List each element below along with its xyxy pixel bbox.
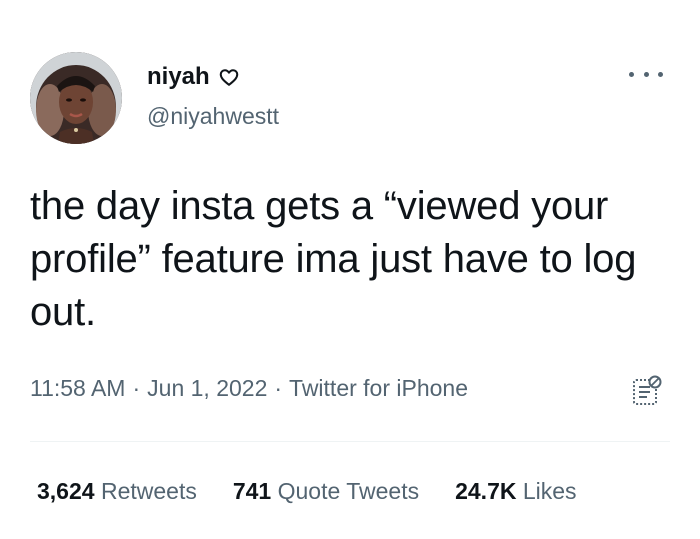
heart-outline-icon bbox=[219, 69, 238, 86]
more-dot bbox=[629, 71, 634, 77]
quote-tweets-label: Quote Tweets bbox=[277, 478, 420, 504]
quote-tweets-stat[interactable]: 741 Quote Tweets bbox=[233, 475, 419, 507]
tweet-time[interactable]: 11:58 AM bbox=[30, 375, 125, 401]
quote-tweets-count: 741 bbox=[232, 478, 272, 504]
more-dot bbox=[658, 71, 663, 77]
author-handle[interactable]: @niyahwestt bbox=[147, 101, 279, 131]
tweet-text: the day insta gets a “viewed your profil… bbox=[30, 184, 637, 334]
meta-separator: · bbox=[274, 375, 283, 401]
likes-count: 24.7K bbox=[455, 478, 517, 504]
likes-stat[interactable]: 24.7K Likes bbox=[455, 475, 576, 507]
tweet-stats: 3,624 Retweets 741 Quote Tweets 24.7K Li… bbox=[37, 475, 577, 507]
tweet-meta: 11:58 AM · Jun 1, 2022 · Twitter for iPhone bbox=[30, 372, 468, 404]
likes-label: Likes bbox=[522, 478, 577, 504]
analytics-icon[interactable] bbox=[632, 374, 662, 408]
retweets-stat[interactable]: 3,624 Retweets bbox=[37, 475, 197, 507]
avatar-photo bbox=[30, 52, 122, 144]
divider bbox=[30, 441, 670, 442]
more-options-icon[interactable] bbox=[629, 64, 663, 84]
retweets-label: Retweets bbox=[100, 478, 197, 504]
tweet-date[interactable]: Jun 1, 2022 bbox=[147, 375, 267, 401]
retweets-count: 3,624 bbox=[37, 478, 95, 504]
meta-separator: · bbox=[132, 375, 141, 401]
display-name-text: niyah bbox=[147, 63, 210, 90]
avatar[interactable] bbox=[30, 52, 122, 144]
tweet-source[interactable]: Twitter for iPhone bbox=[289, 375, 468, 401]
author-name[interactable]: niyah bbox=[147, 62, 240, 92]
more-dot bbox=[643, 71, 649, 77]
